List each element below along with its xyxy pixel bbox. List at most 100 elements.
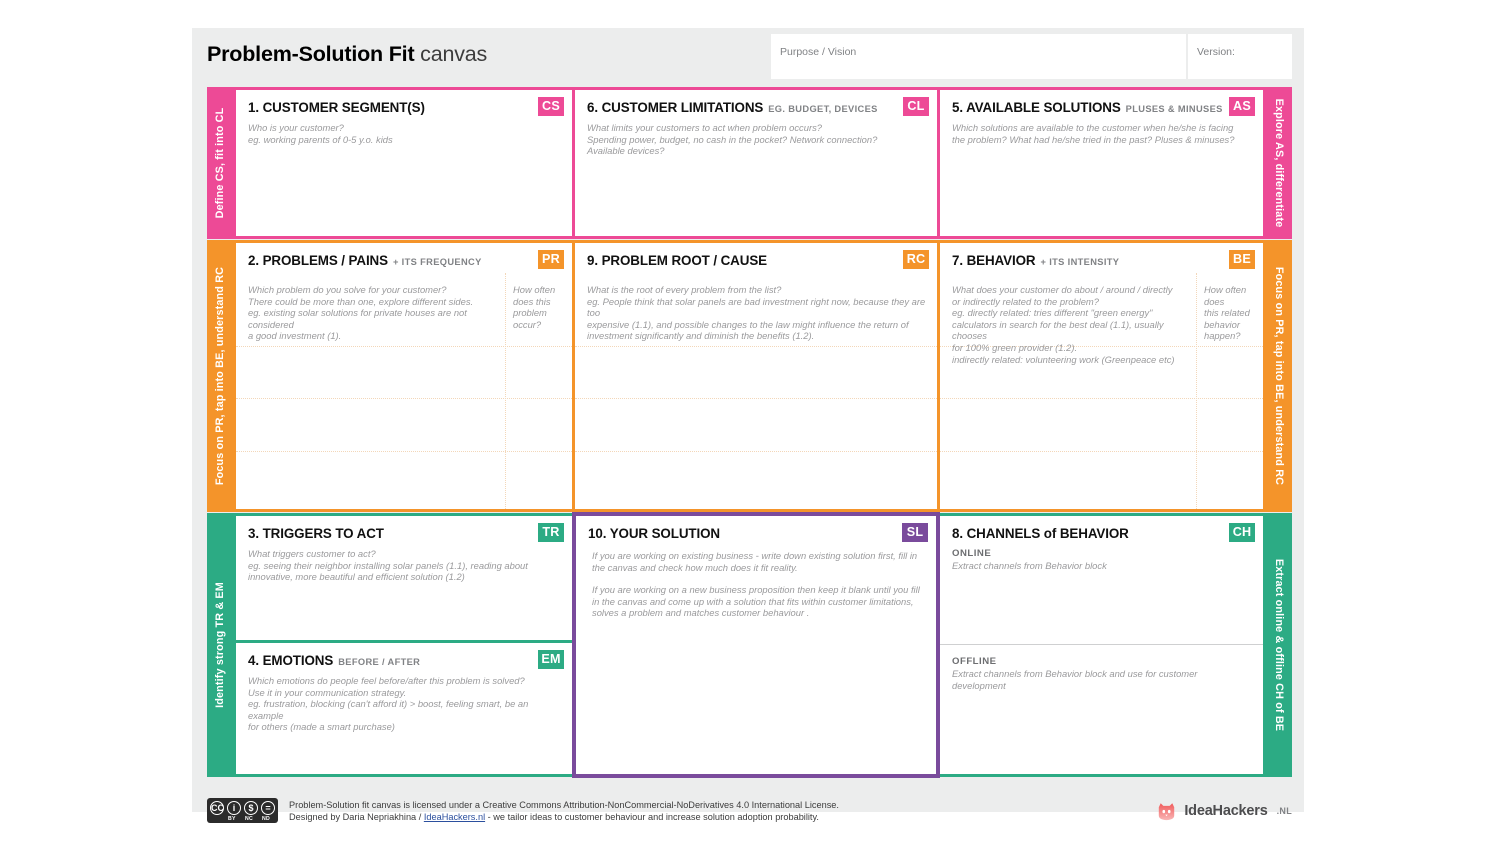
code-badge-pr: PR (538, 250, 564, 269)
block-customer-segments-hint: Who is your customer? eg. working parent… (248, 122, 393, 145)
code-badge-cs: CS (538, 97, 564, 116)
code-badge-em: EM (538, 650, 564, 669)
block-emotions-hint: Which emotions do people feel before/aft… (248, 675, 529, 733)
block-channels-of-behavior-heading: 8. CHANNELS of BEHAVIOR (952, 526, 1129, 541)
grid-hline (575, 451, 937, 452)
creative-commons-badge: CC i $ = BY NC ND (207, 798, 278, 823)
rail-right-extract-ch: Extract online & offline CH of BE (1266, 513, 1292, 777)
block-channels-of-behavior[interactable]: 8. CHANNELS of BEHAVIOR CH ONLINE Extrac… (940, 516, 1263, 774)
channels-offline-hint: Extract channels from Behavior block and… (952, 668, 1198, 691)
grid-hline (575, 346, 937, 347)
rail-right-explore-as-label: Explore AS, differentiate (1273, 98, 1285, 228)
canvas-footer: CC i $ = BY NC ND Problem-Solution fit c… (192, 777, 1304, 823)
cc-nc-label: NC (245, 816, 253, 822)
block-customer-limitations-subtitle: EG. BUDGET, DEVICES (768, 104, 878, 114)
block-customer-limitations-heading: 6. CUSTOMER LIMITATIONS (587, 100, 764, 115)
version-label: Version: (1197, 46, 1235, 58)
block-behavior-heading: 7. BEHAVIOR (952, 253, 1036, 268)
code-badge-as: AS (1229, 97, 1255, 116)
rail-right-focus-pr: Focus on PR, tap into BE, understand RC (1266, 240, 1292, 512)
block-your-solution[interactable]: 10. YOUR SOLUTION SL If you are working … (576, 516, 936, 774)
problem-solution-fit-canvas: Problem-Solution Fit canvas Purpose / Vi… (192, 28, 1304, 823)
ideahackers-brand: IdeaHackers .NL (1156, 800, 1292, 822)
code-badge-tr: TR (538, 523, 564, 542)
code-badge-be: BE (1229, 250, 1255, 269)
block-behavior[interactable]: 7. BEHAVIOR + ITS INTENSITY BE What does … (940, 243, 1263, 509)
block-triggers-to-act-title: 3. TRIGGERS TO ACT (248, 525, 384, 543)
grid-hline (940, 398, 1263, 399)
rail-right-extract-ch-label: Extract online & offline CH of BE (1273, 558, 1285, 732)
code-badge-cl: CL (903, 97, 929, 116)
block-your-solution-hint-2: If you are working on a new business pro… (592, 584, 920, 619)
block-emotions[interactable]: 4. EMOTIONS BEFORE / AFTER EM Which emoti… (236, 643, 572, 774)
block-problem-root-cause-heading: 9. PROBLEM ROOT / CAUSE (587, 253, 767, 268)
block-problem-root-cause-hint: What is the root of every problem from t… (587, 284, 926, 342)
block-behavior-title: 7. BEHAVIOR + ITS INTENSITY (952, 252, 1119, 270)
block-customer-segments-heading: 1. CUSTOMER SEGMENT(S) (248, 100, 425, 115)
ideahackers-brand-tld: .NL (1276, 806, 1292, 816)
block-available-solutions[interactable]: 5. AVAILABLE SOLUTIONS PLUSES & MINUSES A… (940, 90, 1263, 236)
rail-left-focus-pr-label: Focus on PR, tap into BE, understand RC (214, 266, 226, 486)
page-title: Problem-Solution Fit canvas (207, 42, 487, 67)
block-problems-pains-hint: Which problem do you solve for your cust… (248, 284, 474, 342)
code-badge-sl: SL (902, 523, 928, 542)
version-field[interactable]: Version: (1188, 34, 1292, 79)
purpose-vision-label: Purpose / Vision (780, 46, 857, 58)
block-problems-pains[interactable]: 2. PROBLEMS / PAINS + ITS FREQUENCY PR Wh… (236, 243, 572, 509)
cc-by-icon: i (227, 801, 241, 815)
license-line-2: Designed by Daria Nepriakhina / IdeaHack… (289, 812, 819, 822)
channels-online-label: ONLINE (952, 548, 992, 559)
ideahackers-logo-icon (1156, 801, 1177, 822)
block-customer-segments[interactable]: 1. CUSTOMER SEGMENT(S) CS Who is your cu… (236, 90, 572, 236)
rail-left-define-cs: Define CS, fit into CL (207, 87, 233, 239)
page-title-light: canvas (414, 42, 488, 66)
block-emotions-title: 4. EMOTIONS BEFORE / AFTER (248, 652, 420, 670)
grid-hline (940, 451, 1263, 452)
rail-left-focus-pr: Focus on PR, tap into BE, understand RC (207, 240, 233, 512)
block-customer-limitations-hint: What limits your customers to act when p… (587, 122, 878, 157)
grid-hline (236, 451, 572, 452)
block-your-solution-hint-1: If you are working on existing business … (592, 550, 918, 573)
rail-right-focus-pr-label: Focus on PR, tap into BE, understand RC (1273, 266, 1285, 486)
block-available-solutions-subtitle: PLUSES & MINUSES (1125, 104, 1223, 114)
channels-offline-label: OFFLINE (952, 656, 997, 667)
cc-nc-icon: $ (244, 801, 258, 815)
block-problems-pains-frequency-hint: How often does this problem occur? (513, 284, 556, 330)
canvas-header: Problem-Solution Fit canvas Purpose / Vi… (192, 28, 1304, 87)
rail-left-define-cs-label: Define CS, fit into CL (214, 107, 226, 219)
block-triggers-to-act[interactable]: 3. TRIGGERS TO ACT TR What triggers cust… (236, 516, 572, 640)
license-line-1: Problem-Solution fit canvas is licensed … (289, 800, 839, 810)
ideahackers-link[interactable]: IdeaHackers.nl (424, 812, 485, 822)
band-identify-tr-em: Identify strong TR & EM Extract online &… (207, 512, 1292, 778)
cc-icon: CC (210, 801, 224, 815)
block-behavior-subtitle: + ITS INTENSITY (1040, 257, 1120, 267)
block-your-solution-frame: 10. YOUR SOLUTION SL If you are working … (572, 512, 940, 778)
rail-left-identify-tr-em-label: Identify strong TR & EM (214, 582, 226, 708)
block-problems-pains-subtitle: + ITS FREQUENCY (392, 257, 482, 267)
grid-hline (236, 346, 572, 347)
channels-online-hint: Extract channels from Behavior block (952, 560, 1107, 571)
block-behavior-hint: What does your customer do about / aroun… (952, 284, 1175, 365)
purpose-vision-field[interactable]: Purpose / Vision (771, 34, 1186, 79)
cc-by-label: BY (228, 816, 236, 822)
block-problem-root-cause[interactable]: 9. PROBLEM ROOT / CAUSE RC What is the r… (575, 243, 937, 509)
code-badge-rc: RC (903, 250, 929, 269)
page-title-bold: Problem-Solution Fit (207, 42, 415, 66)
grid-hline (236, 398, 572, 399)
block-triggers-to-act-heading: 3. TRIGGERS TO ACT (248, 526, 384, 541)
grid-vline (505, 273, 506, 509)
block-customer-segments-title: 1. CUSTOMER SEGMENT(S) (248, 99, 425, 117)
band-define-cs: Define CS, fit into CL Explore AS, diffe… (207, 87, 1292, 239)
block-behavior-intensity-hint: How often does this related behavior hap… (1204, 284, 1250, 342)
band-focus-pr: Focus on PR, tap into BE, understand RC … (207, 240, 1292, 512)
block-your-solution-heading: 10. YOUR SOLUTION (588, 526, 720, 541)
block-triggers-to-act-hint: What triggers customer to act? eg. seein… (248, 548, 528, 583)
cc-nd-icon: = (261, 801, 275, 815)
grid-vline (1196, 273, 1197, 509)
ideahackers-brand-name: IdeaHackers (1184, 803, 1268, 819)
block-customer-limitations[interactable]: 6. CUSTOMER LIMITATIONS EG. BUDGET, DEVIC… (575, 90, 937, 236)
grid-hline (575, 398, 937, 399)
block-emotions-subtitle: BEFORE / AFTER (338, 657, 421, 667)
block-available-solutions-heading: 5. AVAILABLE SOLUTIONS (952, 100, 1121, 115)
block-customer-limitations-title: 6. CUSTOMER LIMITATIONS EG. BUDGET, DEVIC… (587, 99, 878, 117)
